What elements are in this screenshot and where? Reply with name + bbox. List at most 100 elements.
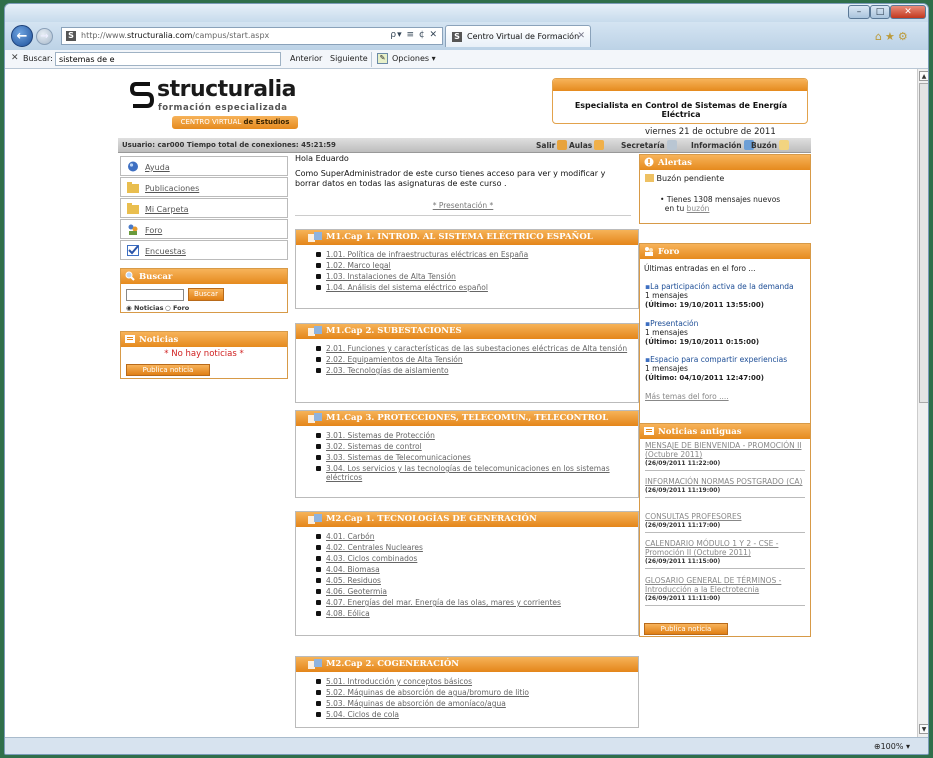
module-m2-cap1: M2.Cap 1. TECNOLOGÍAS DE GENERACIÓN 4.01… [295,511,639,636]
find-options-button[interactable]: Opciones ▾ [392,54,436,63]
sidebar-item-label: Ayuda [145,163,170,172]
forum-entry[interactable]: ▪Espacio para compartir experiencias 1 m… [645,355,787,383]
lesson-link[interactable]: 4.04. Biomasa [316,565,628,574]
scroll-down-icon[interactable]: ▼ [919,724,928,734]
site-tagline: formación especializada [158,103,288,113]
sidebar-item-ayuda[interactable]: Ayuda [120,156,288,176]
sidebar-item-label: Foro [145,226,163,235]
zoom-level[interactable]: ⊕100% ▾ [874,742,910,751]
scroll-thumb[interactable] [919,83,928,403]
old-news-item[interactable]: GLOSARIO GENERAL DE TÉRMINOS - Introducc… [645,576,805,606]
module-folder-icon [308,232,322,242]
exit-icon [557,140,568,150]
centro-virtual-badge: CENTRO VIRTUAL de Estudios [172,116,298,129]
scroll-up-icon[interactable]: ▲ [919,71,928,81]
lesson-link[interactable]: 4.06. Geotermia [316,587,628,596]
close-find-icon[interactable]: ✕ [11,53,19,63]
module-title: M1.Cap 3. PROTECCIONES, TELECOMUN., TELE… [296,411,638,426]
address-tools[interactable]: ρ▾ ≡ ¢ ✕ [390,30,438,40]
lesson-link[interactable]: 4.02. Centrales Nucleares [316,543,628,552]
find-next-button[interactable]: Siguiente [330,54,368,63]
sidebar-item-publicaciones[interactable]: Publicaciones [120,177,288,197]
find-previous-button[interactable]: Anterior [290,54,322,63]
close-tab-icon[interactable]: ✕ [577,31,585,41]
options-icon[interactable]: ✎ [377,53,388,64]
noticias-antiguas-title: Noticias antiguas [640,424,810,439]
nav-buzon[interactable]: Buzón [751,140,789,150]
lesson-link[interactable]: 4.01. Carbón [316,532,628,541]
lesson-link[interactable]: 1.03. Instalaciones de Alta Tensión [316,272,628,281]
search-input[interactable] [126,289,184,301]
address-url[interactable]: http://www.structuralia.com/campus/start… [81,31,269,40]
vertical-scrollbar[interactable]: ▲ ▼ [917,69,928,737]
module-folder-icon [308,413,322,423]
site-header: structuralia formación especializada CEN… [5,69,917,137]
forward-arrow-icon[interactable]: → [36,28,53,45]
lesson-link[interactable]: 2.03. Tecnologías de aislamiento [316,366,628,375]
sidebar-item-encuestas[interactable]: Encuestas [120,240,288,260]
sidebar-item-mi-carpeta[interactable]: Mi Carpeta [120,198,288,218]
nav-aulas[interactable]: Aulas [569,140,605,150]
nav-salir[interactable]: Salir [536,140,568,150]
course-title-box: Especialista en Control de Sistemas de E… [552,78,808,124]
mailbox-link[interactable]: buzón [687,204,710,213]
find-input[interactable] [55,52,281,66]
alertas-panel: Alertas Buzón pendiente • Tienes 1308 me… [639,154,811,224]
status-bar: ⊕100% ▾ [5,737,928,754]
mailbox-icon [645,174,654,182]
forum-entry[interactable]: ▪Presentación 1 mensajes (Último: 19/10/… [645,319,759,347]
lesson-link[interactable]: 5.03. Máquinas de absorción de amoníaco/… [316,699,628,708]
lesson-link[interactable]: 4.08. Eólica [316,609,628,618]
folder-icon [127,203,139,214]
nav-secretaria[interactable]: Secretaría [621,140,677,150]
lesson-link[interactable]: 5.02. Máquinas de absorción de agua/brom… [316,688,628,697]
more-forum-link[interactable]: Más temas del foro .... [645,392,729,401]
pending-mailbox[interactable]: Buzón pendiente [645,174,724,183]
maximize-button[interactable]: □ [870,5,890,19]
minimize-button[interactable]: – [848,5,870,19]
module-folder-icon [308,659,322,669]
lesson-link[interactable]: 2.02. Equipamientos de Alta Tensión [316,355,628,364]
address-bar[interactable]: S http://www.structuralia.com/campus/sta… [61,27,443,45]
publish-news-button[interactable]: Publica noticia [126,364,210,376]
forum-entry[interactable]: ▪La participación activa de la demanda 1… [645,282,794,310]
browser-tab[interactable]: S Centro Virtual de Formación ✕ [445,25,591,47]
close-window-button[interactable]: ✕ [890,5,926,19]
lesson-link[interactable]: 1.01. Política de infraestructuras eléct… [316,250,628,259]
lesson-link[interactable]: 3.04. Los servicios y las tecnologías de… [316,464,628,482]
find-label: Buscar: [23,54,53,63]
lesson-link[interactable]: 4.05. Residuos [316,576,628,585]
sidebar-item-label: Encuestas [145,247,186,256]
browser-window: – □ ✕ ← → S http://www.structuralia.com/… [4,3,929,755]
lesson-link[interactable]: 3.03. Sistemas de Telecomunicaciones [316,453,628,462]
lesson-link[interactable]: 4.03. Ciclos combinados [316,554,628,563]
back-arrow-icon[interactable]: ← [11,25,33,47]
site-logo-text[interactable]: structuralia [157,77,296,102]
old-news-item[interactable]: CONSULTAS PROFESORES (26/09/2011 11:17:0… [645,512,805,533]
navigation-bar: ← → S http://www.structuralia.com/campus… [5,22,928,50]
lesson-link[interactable]: 3.02. Sistemas de control [316,442,628,451]
home-star-gear-icons[interactable]: ⌂★⚙ [875,30,911,43]
lesson-link[interactable]: 5.04. Ciclos de cola [316,710,628,719]
folder-icon [127,182,139,193]
lesson-link[interactable]: 1.04. Análisis del sistema eléctrico esp… [316,283,628,292]
search-option-foro[interactable]: ○ Foro [165,304,189,312]
lesson-link[interactable]: 2.01. Funciones y características de las… [316,344,628,353]
lesson-link[interactable]: 1.02. Marco legal [316,261,628,270]
old-news-item[interactable]: MENSAJE DE BIENVENIDA - PROMOCIÓN II (Oc… [645,441,805,471]
search-option-noticias[interactable]: ◉ Noticias [126,304,164,312]
nav-informacion[interactable]: Información [691,140,754,150]
old-news-item[interactable]: INFORMACIÓN NORMAS POSTGRADO (CA) (26/09… [645,477,805,498]
old-news-item[interactable]: CALENDARIO MÓDULO 1 Y 2 - CSE - Promoció… [645,539,805,569]
noticias-panel: Noticias * No hay noticias * Publica not… [120,331,288,379]
lesson-link[interactable]: 5.01. Introducción y conceptos básicos [316,677,628,686]
news-icon [125,335,135,343]
lesson-link[interactable]: 3.01. Sistemas de Protección [316,431,628,440]
news-icon [644,427,654,435]
lesson-link[interactable]: 4.07. Energías del mar. Energía de las o… [316,598,628,607]
alertas-panel-title: Alertas [640,155,810,170]
search-button[interactable]: Buscar [188,288,224,301]
publish-news-button[interactable]: Publica noticia [644,623,728,635]
sidebar-item-foro[interactable]: Foro [120,219,288,239]
presentation-link[interactable]: * Presentación * [295,201,631,210]
